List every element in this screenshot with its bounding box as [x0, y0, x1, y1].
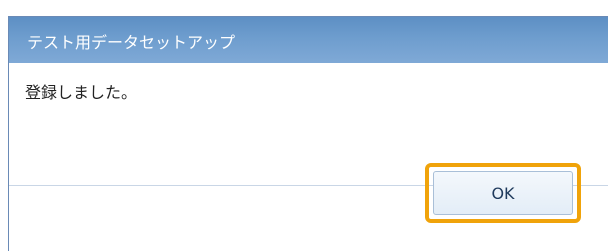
dialog-titlebar[interactable]: テスト用データセットアップ — [9, 17, 608, 63]
ok-button[interactable]: OK — [433, 171, 573, 215]
dialog-message: 登録しました。 — [25, 83, 138, 102]
dialog-title: テスト用データセットアップ — [27, 33, 236, 52]
